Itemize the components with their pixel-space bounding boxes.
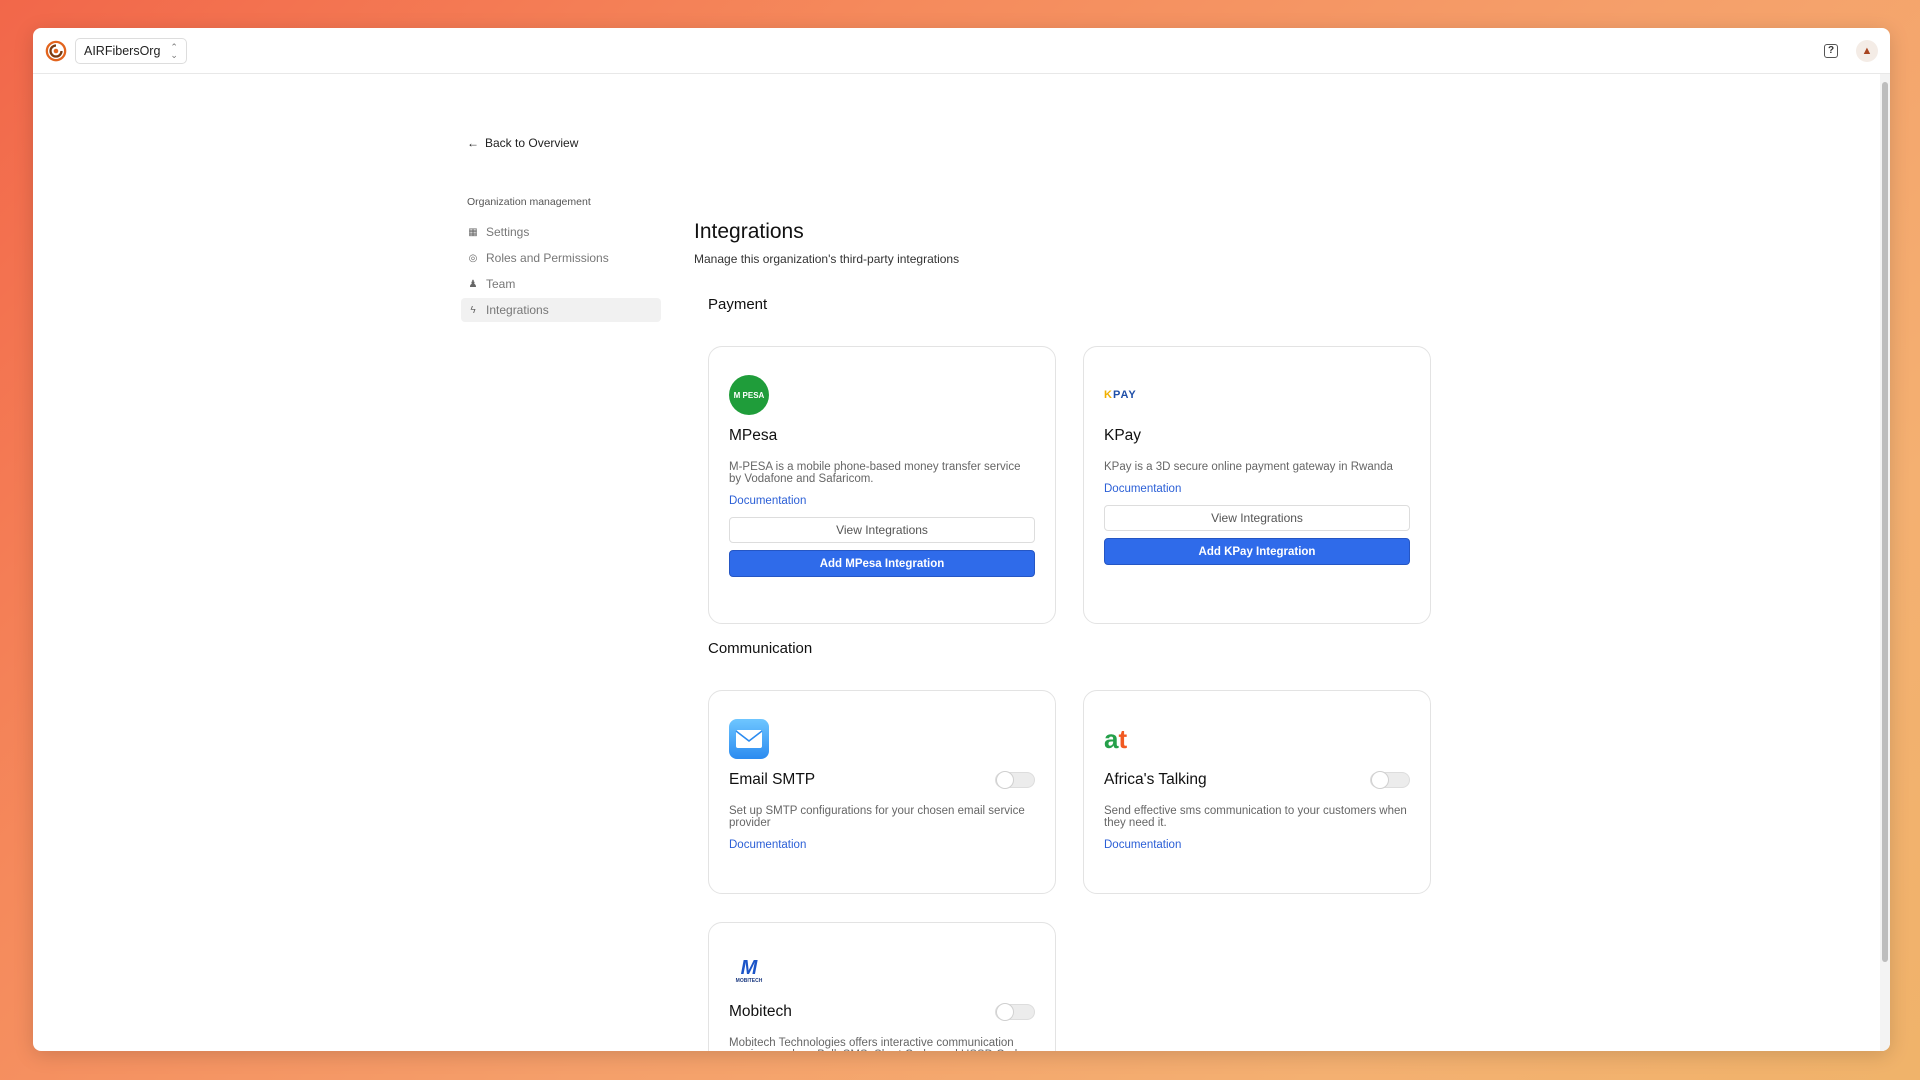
at-logo-t: t [1118, 724, 1128, 754]
card-description: Set up SMTP configurations for your chos… [729, 805, 1025, 829]
africas-talking-logo-icon: at [1104, 726, 1127, 752]
chevron-up-down-icon: ⌃ ⌄ [170, 41, 178, 60]
documentation-link[interactable]: Documentation [1104, 839, 1410, 851]
help-icon[interactable]: ? [1824, 44, 1838, 58]
view-integrations-button[interactable]: View Integrations [1104, 505, 1410, 531]
card-description: Mobitech Technologies offers interactive… [729, 1037, 1033, 1051]
enable-toggle[interactable] [1370, 771, 1410, 789]
integration-card-mpesa: M PESA MPesa M-PESA is a mobile phone-ba… [708, 346, 1056, 624]
card-description: KPay is a 3D secure online payment gatew… [1104, 461, 1393, 473]
integration-card-mobitech: M MOBITECH Mobitech Mobitech Technologie… [708, 922, 1056, 1051]
toggle-knob [996, 771, 1014, 789]
org-selector-label: AIRFibersOrg [84, 43, 161, 58]
vertical-scrollbar[interactable] [1880, 74, 1890, 1051]
documentation-link[interactable]: Documentation [729, 495, 1035, 507]
sidebar-item-roles-and-permissions[interactable]: ◎ Roles and Permissions [461, 246, 661, 270]
integration-card-africas-talking: at Africa's Talking Send effective sms c… [1083, 690, 1431, 894]
integration-card-email-smtp: Email SMTP Set up SMTP configurations fo… [708, 690, 1056, 894]
toggle-knob [1371, 771, 1389, 789]
toggle-knob [996, 1003, 1014, 1021]
kpay-logo-k: K [1104, 389, 1113, 401]
sidebar-item-label: Team [486, 277, 516, 291]
sidebar-nav: ▦ Settings ◎ Roles and Permissions ♟ Tea… [461, 220, 661, 324]
sidebar-item-label: Integrations [486, 303, 549, 317]
kpay-logo-icon: KPAY [1104, 389, 1137, 401]
enable-toggle[interactable] [995, 1003, 1035, 1021]
card-name: MPesa [729, 427, 778, 444]
card-name-row: Mobitech [729, 1003, 1035, 1021]
top-bar: AIRFibersOrg ⌃ ⌄ ? ▲ [33, 28, 1890, 74]
org-selector[interactable]: AIRFibersOrg ⌃ ⌄ [75, 37, 187, 64]
sidebar-item-settings[interactable]: ▦ Settings [461, 220, 661, 244]
documentation-link[interactable]: Documentation [1104, 483, 1410, 495]
app-window: AIRFibersOrg ⌃ ⌄ ? ▲ ← Back to Overview O… [33, 28, 1890, 1051]
back-to-overview-link[interactable]: ← Back to Overview [467, 136, 578, 150]
mobitech-logo-icon: M MOBITECH [729, 951, 769, 991]
plug-icon: ϟ [470, 304, 476, 316]
integration-card-kpay: KPAY KPay KPay is a 3D secure online pay… [1083, 346, 1431, 624]
arrow-left-icon: ← [467, 136, 479, 150]
sidebar-item-label: Roles and Permissions [486, 251, 609, 265]
scrollbar-thumb[interactable] [1882, 82, 1888, 962]
section-title-communication: Communication [708, 640, 813, 657]
page-title: Integrations [694, 220, 804, 243]
card-name: Mobitech [729, 1003, 792, 1020]
envelope-icon [735, 730, 763, 748]
brand-area: M MOBITECH [729, 951, 1035, 991]
sidebar-item-team[interactable]: ♟ Team [461, 272, 661, 296]
brand-area: M PESA [729, 375, 1035, 415]
kpay-logo-rest: PAY [1112, 389, 1137, 401]
brand-area: at [1104, 719, 1410, 759]
card-name-row: Email SMTP [729, 771, 1035, 789]
at-logo-a: a [1104, 724, 1119, 754]
documentation-link[interactable]: Documentation [729, 839, 1035, 851]
card-name: Africa's Talking [1104, 771, 1207, 788]
enable-toggle[interactable] [995, 771, 1035, 789]
back-link-label: Back to Overview [485, 136, 579, 150]
brand-area: KPAY [1104, 375, 1410, 415]
brand-area [729, 719, 1035, 759]
card-name-row: MPesa [729, 427, 1035, 445]
sidebar-heading: Organization management [467, 196, 591, 208]
mobitech-logo-text: MOBITECH [735, 978, 763, 984]
shield-icon: ◎ [468, 252, 478, 264]
card-description: M-PESA is a mobile phone-based money tra… [729, 461, 1021, 485]
card-name: Email SMTP [729, 771, 816, 788]
card-name-row: KPay [1104, 427, 1410, 445]
building-icon: ▦ [468, 226, 478, 238]
main-content: ← Back to Overview Organization manageme… [33, 74, 1880, 1051]
user-icon: ♟ [468, 278, 478, 290]
mobitech-logo-m: M [740, 957, 758, 979]
section-title-payment: Payment [708, 296, 768, 313]
view-integrations-button[interactable]: View Integrations [729, 517, 1035, 543]
page-subtitle: Manage this organization's third-party i… [694, 252, 960, 266]
card-name: KPay [1104, 427, 1142, 444]
card-description: Send effective sms communication to your… [1104, 805, 1407, 829]
sidebar-item-integrations[interactable]: ϟ Integrations [461, 298, 661, 322]
card-name-row: Africa's Talking [1104, 771, 1410, 789]
avatar[interactable]: ▲ [1856, 40, 1878, 62]
mail-icon [729, 719, 769, 759]
app-logo-icon[interactable] [45, 40, 67, 62]
mpesa-logo-icon: M PESA [729, 375, 769, 415]
sidebar-item-label: Settings [486, 225, 530, 239]
add-mpesa-integration-button[interactable]: Add MPesa Integration [729, 550, 1035, 577]
add-kpay-integration-button[interactable]: Add KPay Integration [1104, 538, 1410, 565]
